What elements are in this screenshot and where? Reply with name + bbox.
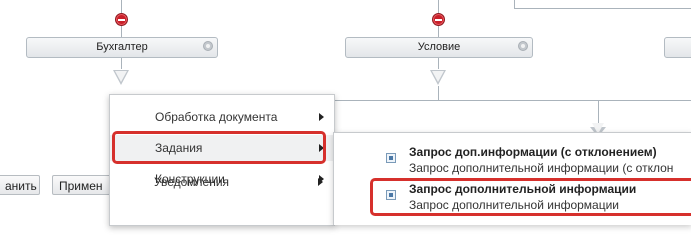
connector-line [438, 0, 439, 14]
workflow-canvas: Бухгалтер Условие анить Примен Обработка… [0, 0, 691, 226]
remove-connection-icon[interactable] [115, 13, 128, 26]
submenu-item-request-info-reject[interactable]: Запрос доп.информации (с отклонением) За… [334, 141, 691, 181]
connector-line [438, 57, 439, 69]
menu-item-document-processing[interactable]: Обработка документа [110, 104, 334, 130]
activity-block-accountant[interactable]: Бухгалтер [26, 37, 218, 58]
activity-block-condition[interactable]: Условие [345, 37, 533, 58]
connector-line [514, 0, 515, 8]
connector-line [333, 100, 691, 101]
flow-arrow [430, 70, 446, 85]
submenu-item-title: Запрос доп.информации (с отклонением) [409, 145, 657, 159]
menu-item-label: Уведомления [154, 175, 230, 189]
save-button[interactable]: анить [0, 175, 40, 195]
apply-button[interactable]: Примен [52, 175, 112, 195]
activity-block-partial[interactable] [664, 37, 691, 58]
remove-connection-icon[interactable] [432, 13, 445, 26]
connector-line [438, 25, 439, 37]
submenu-item-description: Запрос дополнительной информации (с откл… [409, 161, 674, 175]
highlight-frame-tasks [112, 131, 326, 164]
menu-item-label: Обработка документа [155, 110, 278, 124]
activity-block-label: Бухгалтер [96, 41, 148, 53]
highlight-frame-request-info [370, 178, 691, 216]
submenu-arrow-icon [319, 113, 324, 121]
connector-line [121, 57, 122, 69]
flow-arrow [113, 70, 129, 85]
gear-icon[interactable] [518, 41, 528, 51]
save-button-label: анить [5, 179, 37, 193]
connector-line [121, 25, 122, 37]
apply-button-label: Примен [59, 179, 103, 193]
connector-line [121, 0, 122, 14]
connector-line [438, 86, 439, 100]
connector-line [514, 8, 691, 9]
submenu-arrow-icon [318, 178, 323, 186]
activity-block-label: Условие [417, 41, 461, 53]
activity-icon [386, 153, 396, 163]
gear-icon[interactable] [203, 41, 213, 51]
menu-item-notifications[interactable]: Уведомления [109, 169, 333, 195]
